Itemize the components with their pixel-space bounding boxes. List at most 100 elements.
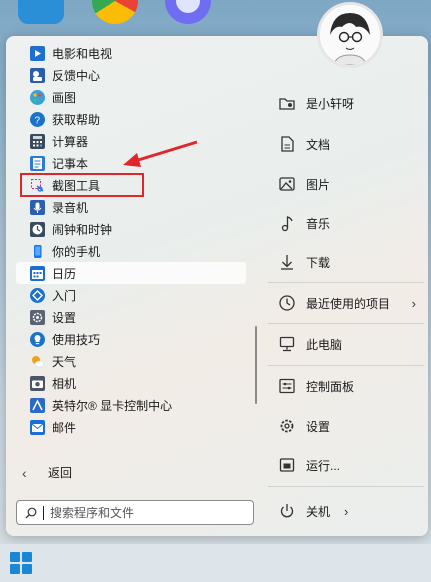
app-label: 获取帮助 bbox=[52, 112, 101, 127]
app-item-paint[interactable]: 画图 bbox=[16, 86, 246, 108]
control-panel-label: 控制面板 bbox=[306, 379, 355, 394]
pictures-label: 图片 bbox=[306, 177, 331, 192]
downloads-label: 下载 bbox=[306, 255, 331, 270]
taskbar bbox=[0, 544, 431, 582]
settings-icon bbox=[30, 309, 45, 325]
app-item-movies-tv[interactable]: 电影和电视 bbox=[16, 42, 246, 64]
annotation-arrow-icon bbox=[123, 140, 198, 167]
divider bbox=[268, 323, 424, 324]
recent-items-label: 最近使用的项目 bbox=[306, 296, 391, 311]
avatar[interactable] bbox=[317, 2, 383, 68]
app-item-weather[interactable]: 天气 bbox=[16, 350, 246, 372]
app-label: 邮件 bbox=[52, 420, 77, 435]
app-list-scrollbar[interactable] bbox=[255, 326, 257, 404]
back-button[interactable]: ‹ 返回 bbox=[16, 464, 72, 481]
downloads-link[interactable]: 下载 bbox=[278, 253, 428, 271]
app-item-camera[interactable]: 相机 bbox=[16, 372, 246, 394]
app-item-voice-recorder[interactable]: 录音机 bbox=[16, 196, 246, 218]
desktop-app-icon-1[interactable] bbox=[18, 0, 64, 24]
app-item-get-started[interactable]: 入门 bbox=[16, 284, 246, 306]
app-item-settings[interactable]: 设置 bbox=[16, 306, 246, 328]
control-panel-link[interactable]: 控制面板 bbox=[278, 377, 428, 395]
documents-label: 文档 bbox=[306, 137, 331, 152]
get-started-icon bbox=[30, 287, 45, 303]
intel-graphics-icon bbox=[30, 397, 45, 413]
divider bbox=[268, 486, 424, 487]
svg-text:?: ? bbox=[35, 115, 41, 126]
feedback-hub-icon bbox=[30, 67, 45, 83]
app-label: 天气 bbox=[52, 354, 77, 369]
calculator-icon bbox=[30, 133, 45, 149]
settings-gear-icon bbox=[278, 417, 296, 435]
run-label: 运行... bbox=[306, 458, 341, 473]
your-phone-icon bbox=[30, 244, 45, 259]
music-icon bbox=[278, 214, 296, 232]
windows-logo-icon bbox=[10, 552, 20, 562]
start-menu: 电影和电视 反馈中心 画图 ? 获取帮助 计算器 记事本 截图工具 录音机 闹钟… bbox=[6, 2, 428, 536]
app-list: 电影和电视 反馈中心 画图 ? 获取帮助 计算器 记事本 截图工具 录音机 闹钟… bbox=[16, 42, 246, 438]
settings-link[interactable]: 设置 bbox=[278, 417, 428, 435]
app-item-feedback-hub[interactable]: 反馈中心 bbox=[16, 64, 246, 86]
chevron-right-icon[interactable]: › bbox=[344, 504, 348, 519]
documents-link[interactable]: 文档 bbox=[278, 135, 428, 153]
tips-icon bbox=[30, 331, 45, 347]
alarms-clock-icon bbox=[30, 221, 45, 237]
back-label: 返回 bbox=[48, 466, 73, 480]
app-item-your-phone[interactable]: 你的手机 bbox=[16, 240, 246, 262]
download-icon bbox=[278, 253, 296, 271]
weather-icon bbox=[30, 354, 45, 369]
movies-tv-icon bbox=[30, 45, 45, 61]
this-pc-icon bbox=[278, 335, 296, 353]
notepad-icon bbox=[30, 155, 45, 171]
app-item-alarms-clock[interactable]: 闹钟和时钟 bbox=[16, 218, 246, 240]
recent-items-link[interactable]: 最近使用的项目 › bbox=[278, 294, 428, 312]
shutdown-button[interactable]: 关机 › bbox=[278, 502, 428, 520]
app-label: 反馈中心 bbox=[52, 68, 101, 83]
pictures-icon bbox=[278, 175, 296, 193]
search-input[interactable]: 搜索程序和文件 bbox=[16, 500, 254, 525]
app-item-get-help[interactable]: ? 获取帮助 bbox=[16, 108, 246, 130]
user-folder-link[interactable]: 是小轩呀 bbox=[278, 94, 428, 112]
shutdown-label: 关机 bbox=[306, 504, 331, 519]
this-pc-label: 此电脑 bbox=[306, 337, 343, 352]
app-item-tips[interactable]: 使用技巧 bbox=[16, 328, 246, 350]
control-panel-icon bbox=[278, 377, 296, 395]
app-label: 入门 bbox=[52, 288, 77, 303]
divider bbox=[268, 365, 424, 366]
chevron-right-icon: › bbox=[411, 295, 416, 311]
app-label: 计算器 bbox=[52, 134, 89, 149]
settings-label: 设置 bbox=[306, 419, 331, 434]
app-label: 设置 bbox=[52, 310, 77, 325]
places-pane: 是小轩呀 文档 图片 音乐 下载 最近使用的项目 › 此电脑 控制面板 设置 运… bbox=[260, 2, 428, 536]
this-pc-link[interactable]: 此电脑 bbox=[278, 335, 428, 353]
recent-items-icon bbox=[278, 294, 296, 312]
annotation-highlight-box bbox=[20, 173, 144, 197]
user-folder-label: 是小轩呀 bbox=[306, 96, 355, 111]
app-label: 相机 bbox=[52, 376, 77, 391]
get-help-icon: ? bbox=[30, 111, 45, 127]
mail-icon bbox=[30, 419, 45, 435]
music-label: 音乐 bbox=[306, 216, 331, 231]
app-label: 日历 bbox=[52, 266, 77, 281]
music-link[interactable]: 音乐 bbox=[278, 214, 428, 232]
paint-icon bbox=[30, 89, 45, 105]
run-icon bbox=[278, 456, 296, 474]
search-icon bbox=[25, 507, 37, 518]
run-link[interactable]: 运行... bbox=[278, 456, 428, 474]
app-item-mail[interactable]: 邮件 bbox=[16, 416, 246, 438]
app-item-calendar[interactable]: 日历 bbox=[16, 262, 246, 284]
pictures-link[interactable]: 图片 bbox=[278, 175, 428, 193]
voice-recorder-icon bbox=[30, 199, 45, 215]
chevron-left-icon: ‹ bbox=[22, 464, 27, 481]
calendar-icon bbox=[30, 265, 45, 281]
text-caret bbox=[43, 505, 44, 520]
divider bbox=[268, 282, 424, 283]
start-button[interactable] bbox=[10, 552, 32, 574]
app-item-intel-graphics[interactable]: 英特尔® 显卡控制中心 bbox=[16, 394, 246, 416]
user-folder-icon bbox=[278, 94, 296, 112]
app-label: 使用技巧 bbox=[52, 332, 101, 347]
desktop-app-icon-3[interactable] bbox=[165, 0, 211, 24]
app-label: 你的手机 bbox=[52, 244, 101, 259]
app-label: 闹钟和时钟 bbox=[52, 222, 113, 237]
chrome-icon[interactable] bbox=[92, 0, 138, 24]
